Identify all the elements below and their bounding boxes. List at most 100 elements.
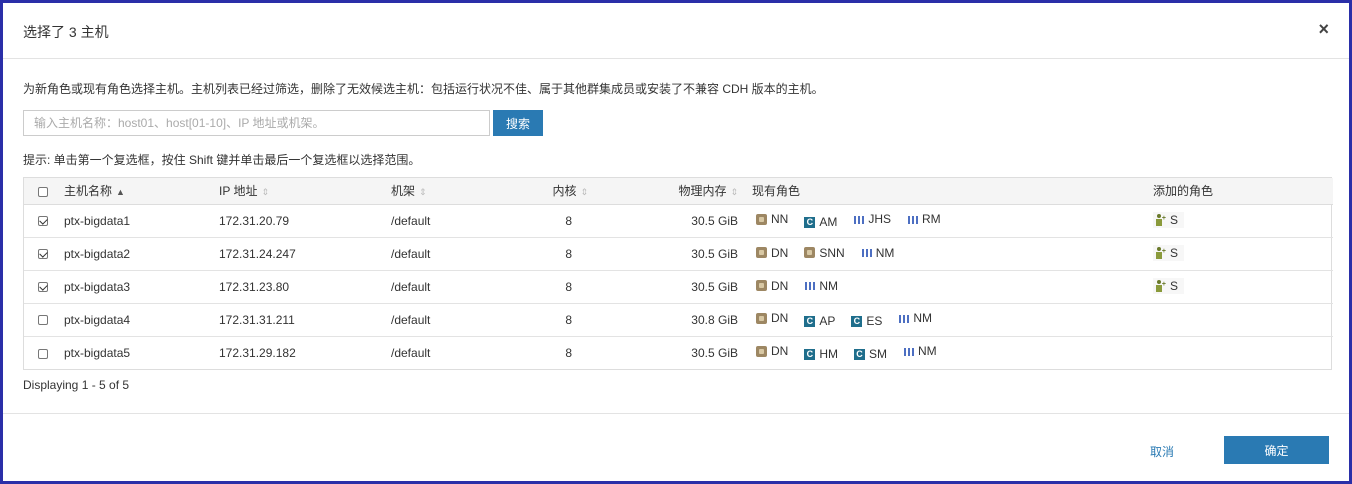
- role-label: ES: [866, 314, 883, 328]
- cell-cores: 8: [565, 246, 572, 261]
- cell-ip: 172.31.20.79: [219, 213, 290, 228]
- role-badge[interactable]: DN: [756, 279, 788, 293]
- column-header-cores[interactable]: 内核 ⇕: [504, 178, 588, 205]
- bars-icon: [853, 214, 865, 225]
- cell-hostname: ptx-bigdata2: [64, 246, 131, 261]
- c-icon: C: [804, 315, 816, 327]
- role-label: DN: [771, 344, 789, 359]
- role-badge[interactable]: RM: [907, 212, 941, 226]
- host-search-input[interactable]: [23, 110, 490, 136]
- select-all-checkbox[interactable]: [38, 186, 48, 197]
- table-row[interactable]: ptx-bigdata2 172.31.24.247/default 8 30.5 G…: [24, 237, 1333, 270]
- table-row[interactable]: ptx-bigdata3 172.31.23.80/default 8 30.5 Gi…: [24, 270, 1333, 303]
- role-label: SM: [869, 347, 888, 362]
- dialog-title: 选择了 3 主机: [23, 24, 109, 40]
- cell-rack: /default: [391, 279, 431, 294]
- role-badge[interactable]: DN: [756, 311, 788, 325]
- role-badge[interactable]: C ES: [851, 314, 882, 328]
- role-badge[interactable]: DN: [756, 246, 788, 260]
- c-icon: C: [851, 315, 863, 327]
- role-label: NN: [771, 212, 789, 226]
- row-checkbox[interactable]: [38, 249, 48, 260]
- cell-existing-roles: DN C HM C SM NM: [738, 336, 1153, 369]
- role-badge[interactable]: C HM: [804, 347, 838, 361]
- column-header-hostname[interactable]: 主机名称 ▲: [64, 178, 219, 205]
- close-icon[interactable]: ×: [1318, 19, 1329, 40]
- cell-cores: 8: [565, 279, 572, 294]
- cell-ip: 172.31.23.80: [219, 279, 290, 294]
- cell-rack: /default: [391, 312, 431, 327]
- cell-existing-roles: DN NM: [738, 270, 1153, 303]
- row-checkbox[interactable]: [38, 348, 48, 359]
- bars-icon: [861, 247, 872, 258]
- c-icon: C: [804, 216, 816, 228]
- added-role-badge[interactable]: + S: [1153, 245, 1185, 261]
- paging-info: Displaying 1 - 5 of 5: [23, 378, 130, 392]
- cell-added-roles: [1153, 336, 1333, 369]
- cell-memory: 30.5 GiB: [691, 246, 738, 261]
- cell-ip: 172.31.31.211: [219, 312, 295, 327]
- cell-memory: 30.5 GiB: [691, 213, 738, 228]
- role-label: HM: [819, 347, 839, 362]
- role-badge[interactable]: NN: [756, 212, 788, 226]
- bars-icon: [804, 280, 816, 291]
- role-label: AP: [819, 314, 836, 328]
- role-label: NM: [875, 245, 895, 260]
- role-badge[interactable]: NM: [903, 344, 937, 358]
- cell-memory: 30.8 GiB: [691, 312, 738, 327]
- cell-rack: /default: [391, 345, 431, 360]
- column-header-memory[interactable]: 物理内存 ⇕: [588, 178, 738, 205]
- sort-up-icon: ▲: [116, 187, 125, 198]
- role-label: DN: [771, 311, 789, 325]
- role-badge[interactable]: SNN: [804, 245, 845, 260]
- cell-rack: /default: [391, 213, 431, 228]
- role-badge[interactable]: NM: [804, 279, 838, 293]
- cell-memory: 30.5 GiB: [691, 345, 738, 360]
- cell-added-roles: + S: [1153, 270, 1333, 303]
- cell-hostname: ptx-bigdata1: [64, 213, 131, 228]
- added-role-badge[interactable]: + S: [1153, 278, 1185, 294]
- row-checkbox[interactable]: [38, 216, 48, 227]
- role-badge[interactable]: JHS: [853, 212, 891, 226]
- cell-hostname: ptx-bigdata4: [64, 312, 131, 327]
- hdfs-icon: [756, 280, 767, 292]
- column-header-ip[interactable]: IP 地址 ⇕: [219, 178, 391, 205]
- cell-rack: /default: [391, 246, 431, 261]
- cell-existing-roles: DN C AP C ES NM: [738, 303, 1153, 336]
- role-badge[interactable]: DN: [756, 344, 788, 358]
- hdfs-icon: [804, 247, 816, 259]
- added-role-label: S: [1170, 279, 1179, 293]
- selection-hint: 提示: 单击第一个复选框，按住 Shift 键并单击最后一个复选框以选择范围。: [23, 153, 421, 167]
- cancel-button[interactable]: 取消: [1150, 443, 1174, 460]
- hdfs-icon: [756, 213, 767, 225]
- add-person-icon: +: [1155, 280, 1166, 292]
- role-badge[interactable]: NM: [861, 245, 895, 260]
- added-role-label: S: [1170, 213, 1179, 227]
- add-person-icon: +: [1155, 247, 1166, 259]
- bars-icon: [903, 346, 915, 357]
- row-checkbox[interactable]: [38, 315, 48, 326]
- cell-memory: 30.5 GiB: [691, 279, 738, 294]
- table-row[interactable]: ptx-bigdata1 172.31.20.79/default 8 30.5 Gi…: [24, 204, 1333, 237]
- column-header-rack[interactable]: 机架 ⇕: [391, 178, 504, 205]
- table-header-row: 主机名称 ▲ IP 地址 ⇕ 机架 ⇕ 内核 ⇕ 物理内存 ⇕ 现有角色 添加的角色: [24, 178, 1333, 205]
- host-selection-dialog: 选择了 3 主机 × 为新角色或现有角色选择主机。主机列表已经过筛选，删除了无效…: [0, 0, 1352, 484]
- table-row[interactable]: ptx-bigdata4 172.31.31.211/default 8 30.8 G…: [24, 303, 1333, 336]
- table-row[interactable]: ptx-bigdata5 172.31.29.182/default 8 30.5 G…: [24, 336, 1333, 369]
- role-label: NM: [913, 311, 933, 325]
- hdfs-icon: [756, 345, 767, 357]
- ok-button[interactable]: 确定: [1224, 436, 1329, 464]
- role-badge[interactable]: C AP: [804, 314, 835, 328]
- role-label: AM: [819, 215, 838, 229]
- added-role-label: S: [1170, 246, 1179, 260]
- added-role-badge[interactable]: + S: [1153, 212, 1185, 228]
- role-label: SNN: [819, 245, 845, 260]
- role-badge[interactable]: NM: [898, 311, 932, 325]
- role-badge[interactable]: C AM: [804, 215, 837, 229]
- row-checkbox[interactable]: [38, 282, 48, 293]
- role-label: RM: [922, 212, 941, 226]
- c-icon: C: [804, 348, 816, 360]
- cell-cores: 8: [565, 213, 572, 228]
- search-button[interactable]: 搜索: [493, 110, 543, 136]
- role-badge[interactable]: C SM: [854, 347, 887, 361]
